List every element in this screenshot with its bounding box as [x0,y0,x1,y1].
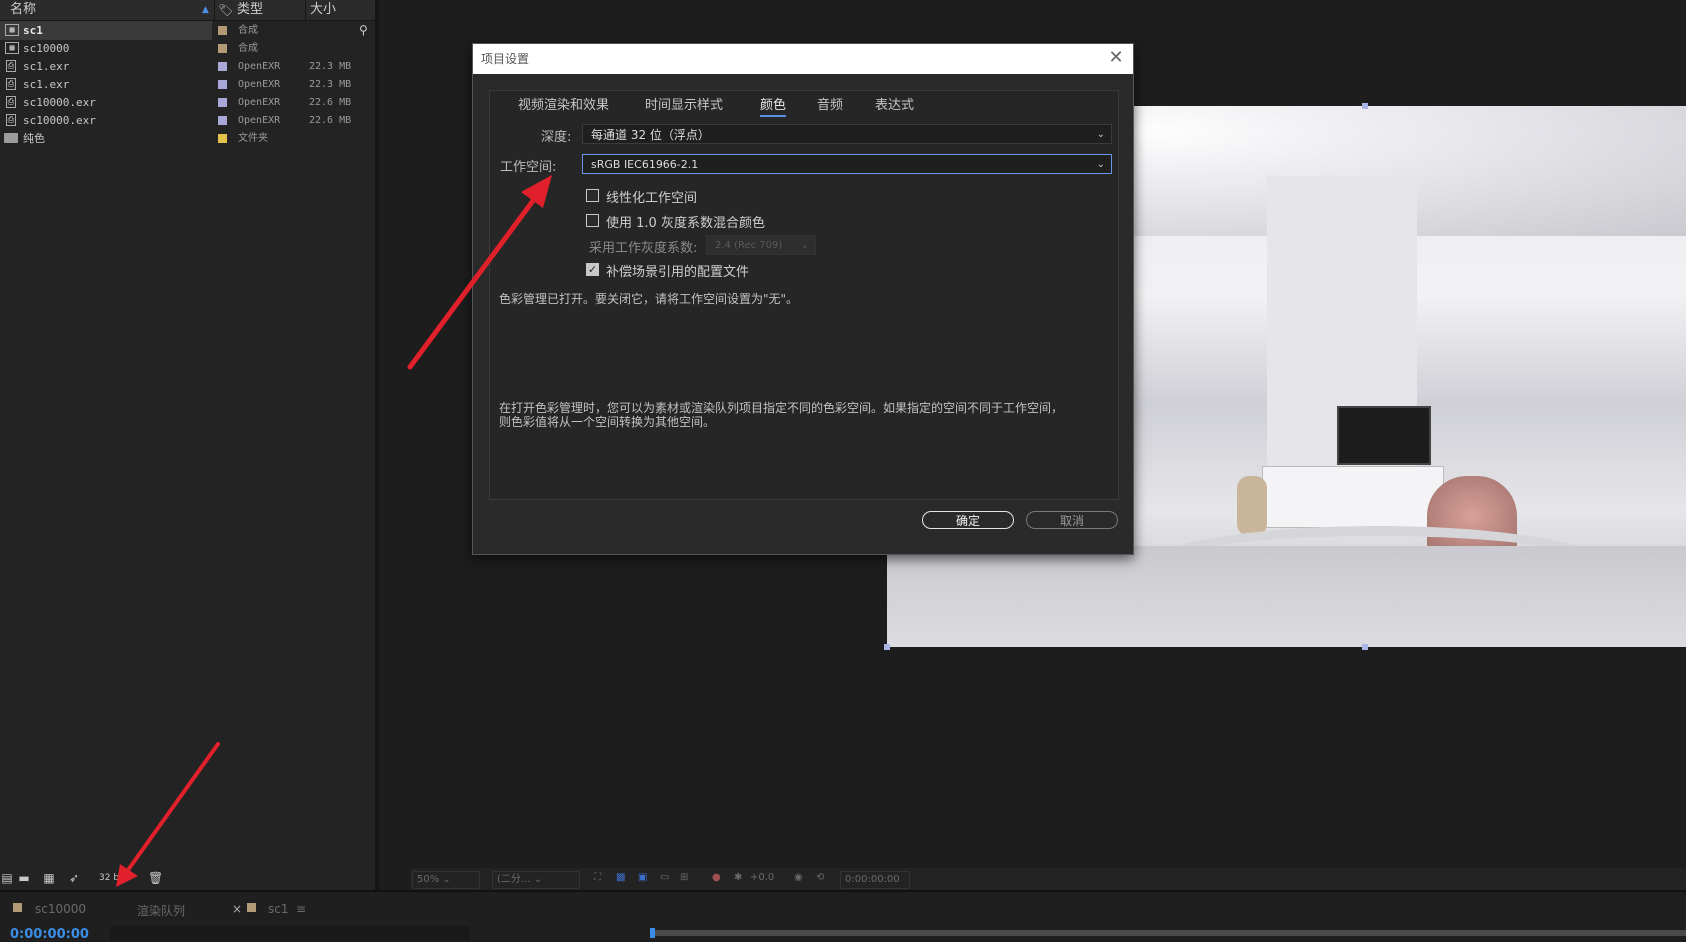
annotation-arrow-head [521,175,552,208]
annotation-arrow-line [126,742,220,872]
annotation-arrow-line [407,195,538,370]
annotation-arrow-head [116,864,138,887]
annotation-arrows [116,175,552,887]
